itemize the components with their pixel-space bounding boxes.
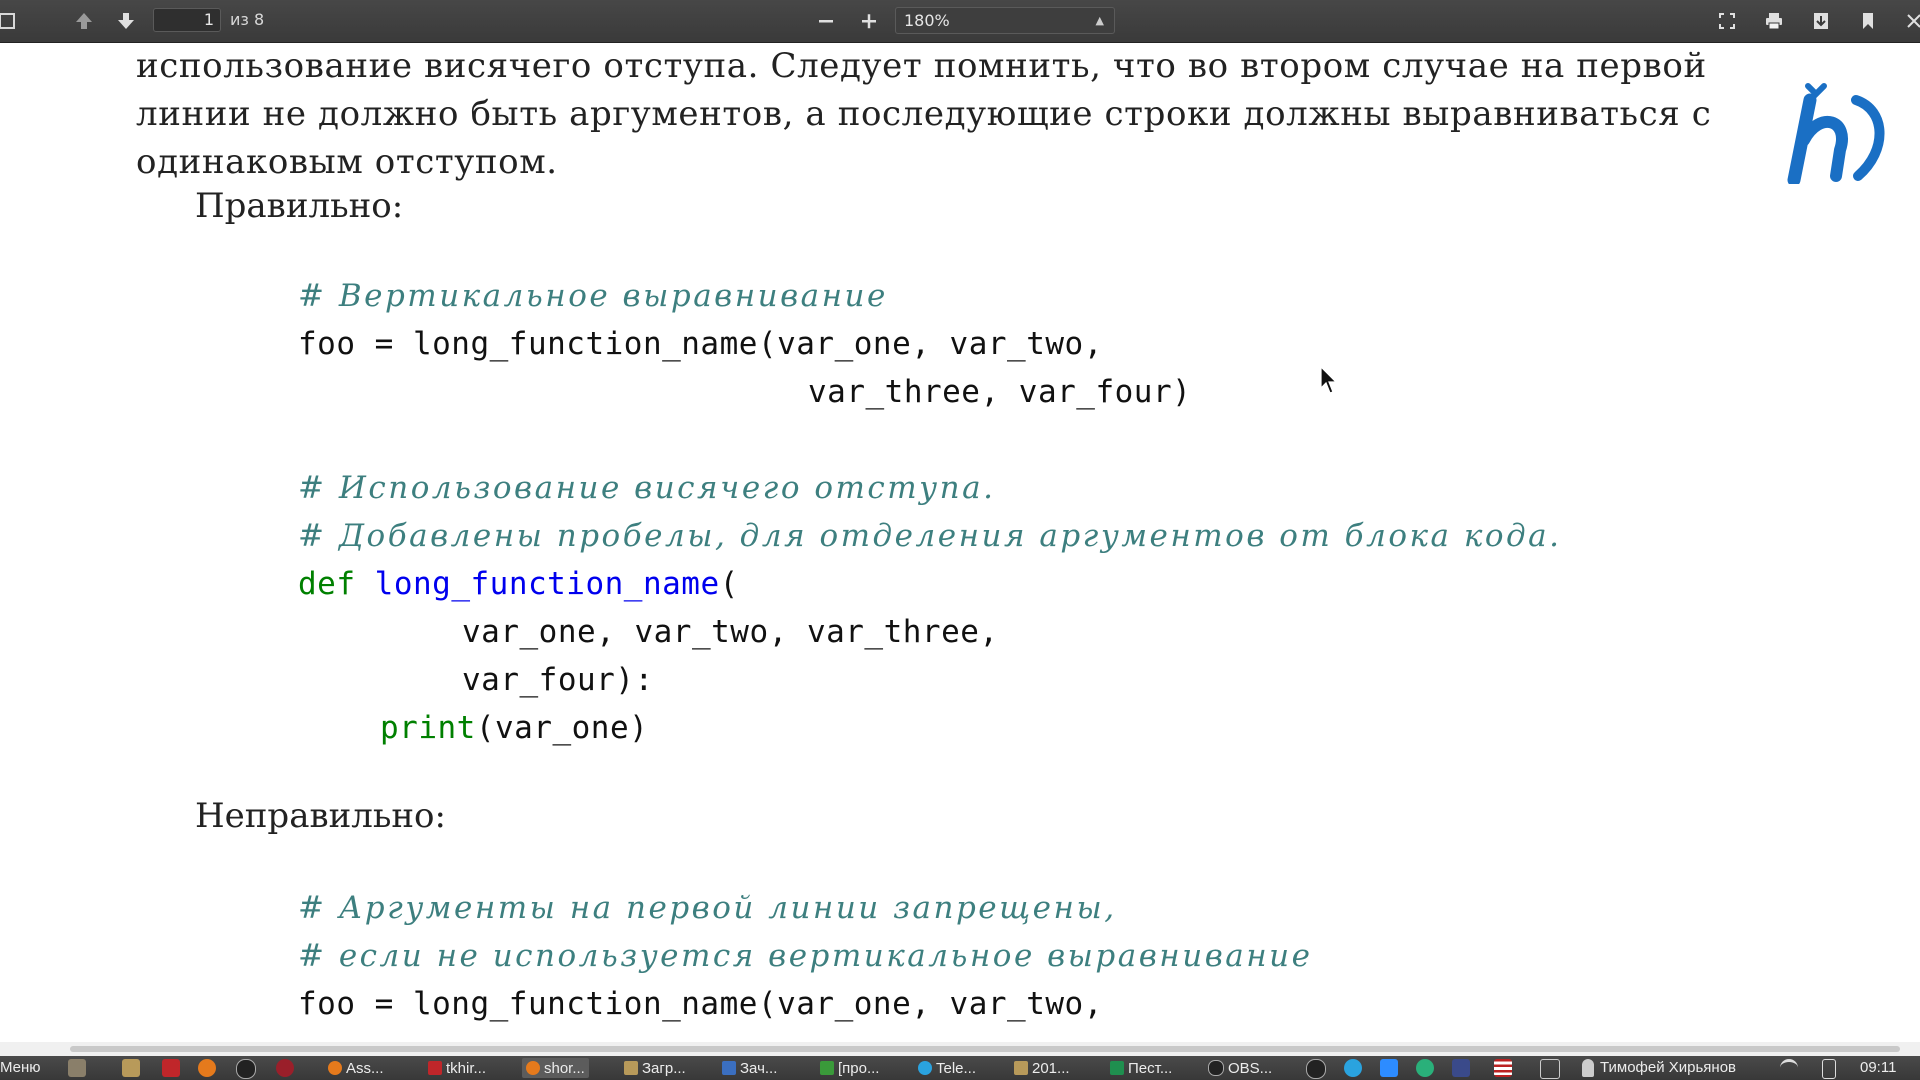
- code-line: foo = long_function_name(var_one, var_tw…: [298, 326, 1103, 362]
- app-launcher-icon[interactable]: [276, 1059, 294, 1077]
- firefox-icon: [328, 1061, 342, 1075]
- clipboard-icon[interactable]: [1540, 1059, 1560, 1079]
- taskbar-item[interactable]: Зач...: [722, 1058, 777, 1078]
- print-args: (var_one): [475, 710, 649, 746]
- minus-icon[interactable]: [812, 7, 840, 35]
- horizontal-scrollbar[interactable]: [0, 1042, 1920, 1056]
- body-text-line-1: использование висячего отступа. Следует …: [136, 46, 1707, 86]
- terminal-icon: [428, 1061, 442, 1075]
- taskbar-item[interactable]: 201...: [1014, 1058, 1070, 1078]
- us-flag-icon[interactable]: [1494, 1059, 1512, 1077]
- keyboard-layout-icon[interactable]: [1452, 1059, 1470, 1077]
- taskbar-item[interactable]: Ass...: [328, 1058, 384, 1078]
- start-menu-button[interactable]: Меню: [0, 1059, 41, 1076]
- taskbar-item[interactable]: OBS...: [1208, 1058, 1272, 1078]
- code-line-def: def long_function_name(: [298, 566, 739, 602]
- pdf-page: использование висячего отступа. Следует …: [0, 42, 1920, 1042]
- taskbar-item[interactable]: Загр...: [624, 1058, 686, 1078]
- check-tray-icon[interactable]: [1416, 1059, 1434, 1077]
- obs-icon[interactable]: [236, 1059, 256, 1079]
- code-line: var_four):: [462, 662, 654, 698]
- taskbar-item[interactable]: Tele...: [918, 1058, 976, 1078]
- code-line-print: print(var_one): [380, 710, 648, 746]
- more-tools-icon[interactable]: [1900, 7, 1920, 35]
- firefox-icon: [526, 1061, 540, 1075]
- zoom-tray-icon[interactable]: [1380, 1059, 1398, 1077]
- function-name: long_function_name: [374, 566, 720, 602]
- mouse-cursor-icon: [1320, 366, 1338, 394]
- taskbar: Меню Ass... tkhir... shor... Загр... Зач…: [0, 1056, 1920, 1080]
- code-comment: # Аргументы на первой линии запрещены,: [298, 890, 1117, 926]
- keyword-def: def: [298, 566, 356, 602]
- clock[interactable]: 09:11: [1860, 1059, 1896, 1076]
- scrollbar-thumb[interactable]: [70, 1046, 1900, 1052]
- taskbar-item[interactable]: tkhir...: [428, 1058, 486, 1078]
- zoom-value: 180%: [904, 11, 950, 30]
- user-icon: [1582, 1059, 1594, 1077]
- code-comment: # Вертикальное выравнивание: [298, 278, 888, 314]
- fullscreen-icon[interactable]: [1713, 7, 1741, 35]
- telegram-tray-icon[interactable]: [1344, 1059, 1362, 1077]
- code-line: var_one, var_two, var_three,: [462, 614, 999, 650]
- show-desktop-icon[interactable]: [68, 1059, 86, 1077]
- open-paren: (: [719, 566, 739, 602]
- code-comment: # если не используется вертикальное выра…: [298, 938, 1313, 974]
- print-icon[interactable]: [1760, 7, 1788, 35]
- code-line: foo = long_function_name(var_one, var_tw…: [298, 986, 1103, 1022]
- document-icon: [722, 1061, 736, 1075]
- page-number-input[interactable]: 1: [153, 8, 221, 32]
- sidebar-toggle-icon[interactable]: [0, 7, 22, 35]
- obs-icon: [1208, 1060, 1224, 1076]
- plus-icon[interactable]: [855, 7, 883, 35]
- download-icon[interactable]: [1807, 7, 1835, 35]
- zoom-select[interactable]: 180% ▲: [895, 7, 1115, 34]
- folder-icon: [1014, 1061, 1028, 1075]
- telegram-icon: [918, 1061, 932, 1075]
- folder-icon: [624, 1061, 638, 1075]
- taskbar-item[interactable]: Пест...: [1110, 1058, 1172, 1078]
- folder-icon[interactable]: [122, 1059, 140, 1077]
- taskbar-item-active[interactable]: shor...: [522, 1058, 589, 1078]
- pycharm-icon: [1110, 1061, 1124, 1075]
- page-total-label: из 8: [230, 10, 265, 29]
- body-text-line-2: линии не должно быть аргументов, а после…: [136, 94, 1712, 134]
- channel-logo-icon: [1787, 83, 1885, 184]
- chevron-updown-icon: ▲: [1095, 14, 1104, 27]
- wifi-icon[interactable]: [1780, 1059, 1798, 1080]
- obs-tray-icon[interactable]: [1306, 1059, 1326, 1079]
- body-text-line-3: одинаковым отступом.: [136, 142, 558, 182]
- arrow-down-icon[interactable]: [112, 7, 140, 35]
- bookmark-icon[interactable]: [1854, 7, 1882, 35]
- heading-correct: Правильно:: [195, 186, 404, 226]
- firefox-icon[interactable]: [198, 1059, 216, 1077]
- spreadsheet-icon: [820, 1061, 834, 1075]
- code-comment: # Использование висячего отступа.: [298, 470, 996, 506]
- terminal-icon[interactable]: [162, 1059, 180, 1077]
- user-name[interactable]: Тимофей Хирьянов: [1600, 1059, 1736, 1076]
- battery-icon[interactable]: [1822, 1059, 1836, 1079]
- keyword-print: print: [380, 710, 476, 746]
- code-line: var_three, var_four): [808, 374, 1192, 410]
- code-comment: # Добавлены пробелы, для отделения аргум…: [298, 518, 1562, 554]
- arrow-up-icon[interactable]: [70, 7, 98, 35]
- pdf-toolbar: 1 из 8 180% ▲: [0, 0, 1920, 43]
- heading-incorrect: Неправильно:: [195, 796, 446, 836]
- taskbar-item[interactable]: [про...: [820, 1058, 879, 1078]
